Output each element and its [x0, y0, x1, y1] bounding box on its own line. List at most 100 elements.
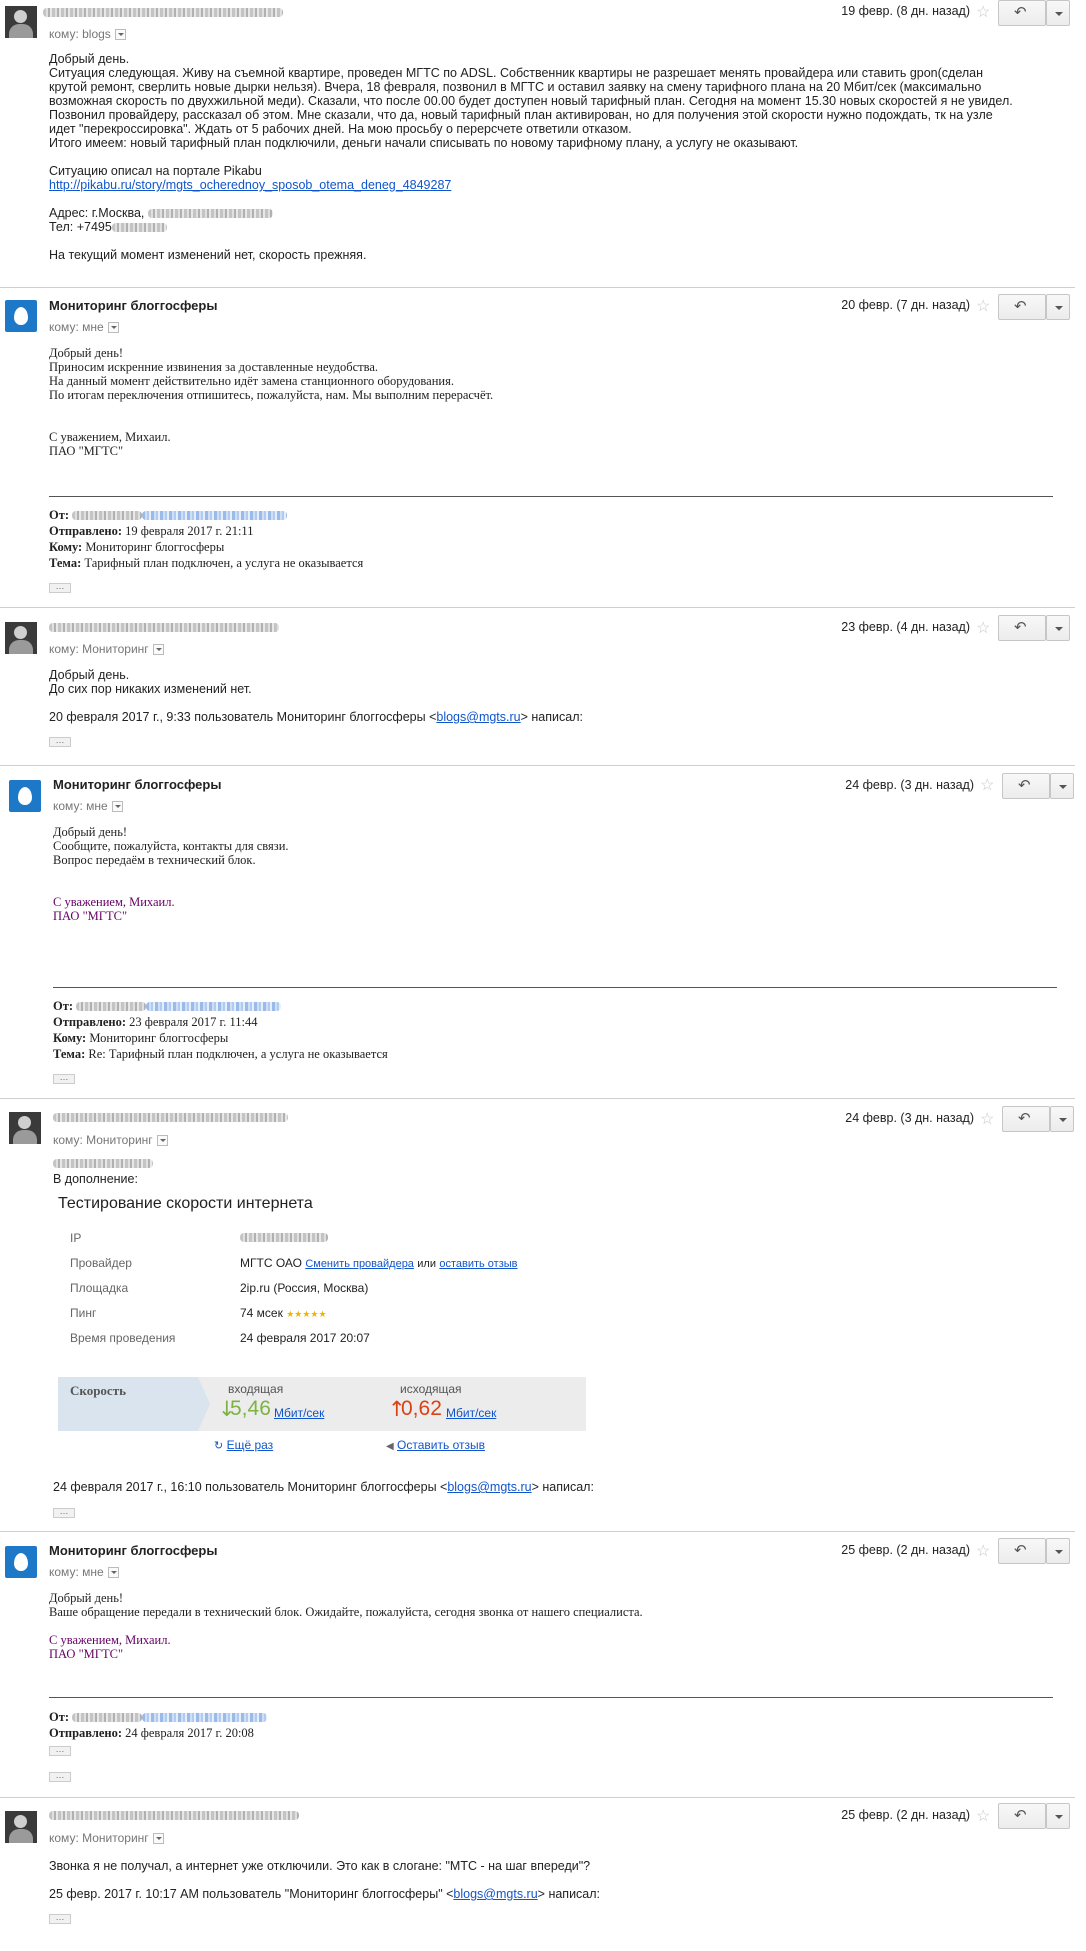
redacted-sender	[43, 8, 283, 17]
message-separator	[0, 765, 1075, 766]
download-label: входящая	[228, 1382, 284, 1396]
show-trimmed-button[interactable]: …	[49, 583, 71, 593]
recipient-line[interactable]: кому: мне	[53, 799, 123, 813]
star-icon[interactable]: ☆	[976, 1806, 990, 1826]
redacted-sender	[49, 1811, 299, 1820]
message-date: 19 февр. (8 дн. назад)	[841, 4, 970, 18]
redacted-email	[146, 1002, 282, 1011]
message-body: Добрый день! Приносим искренние извинени…	[49, 346, 494, 458]
more-button[interactable]	[1046, 294, 1070, 320]
megaphone-icon: ◀	[386, 1441, 394, 1452]
details-dropdown-icon[interactable]	[111, 801, 123, 813]
message-date: 20 февр. (7 дн. назад)	[841, 298, 970, 312]
reply-button[interactable]	[998, 615, 1046, 641]
show-trimmed-button[interactable]: …	[49, 737, 71, 747]
upload-unit[interactable]: Мбит/сек	[446, 1406, 496, 1420]
change-provider-link[interactable]: Сменить провайдера	[305, 1258, 414, 1270]
speedtest-label-ip: IP	[70, 1231, 82, 1245]
star-icon[interactable]: ☆	[976, 296, 990, 316]
redacted-from	[72, 511, 143, 520]
redacted-ip	[240, 1233, 328, 1242]
sender-avatar	[5, 300, 37, 332]
speedtest-provider: МГТС ОАО Сменить провайдера или оставить…	[240, 1256, 518, 1270]
star-icon[interactable]: ☆	[980, 1109, 994, 1129]
sender-avatar	[5, 622, 37, 654]
email-link[interactable]: blogs@mgts.ru	[453, 1887, 537, 1901]
retry-link[interactable]: ↻ Ещё раз	[214, 1438, 273, 1452]
speedtest-ping: 74 мсек ★★★★★	[240, 1306, 327, 1320]
sender-name[interactable]: Мониторинг блоггосферы	[49, 1543, 217, 1558]
quoted-header: От: Отправлено: 24 февраля 2017 г. 20:08	[49, 1709, 1049, 1741]
message-body: Добрый день! Ваше обращение передали в т…	[49, 1591, 643, 1661]
speedtest-label-provider: Провайдер	[70, 1256, 132, 1270]
leave-review-link[interactable]: оставить отзыв	[439, 1258, 517, 1270]
speedtest-time: 24 февраля 2017 20:07	[240, 1331, 370, 1345]
redacted-from	[76, 1002, 147, 1011]
recipient-line[interactable]: кому: мне	[49, 320, 119, 334]
sender-name[interactable]: Мониторинг блоггосферы	[49, 298, 217, 313]
quote-divider	[49, 496, 1053, 497]
show-trimmed-button[interactable]: …	[53, 1508, 75, 1518]
show-trimmed-button[interactable]: …	[49, 1746, 71, 1756]
message-body: Добрый день. До сих пор никаких изменени…	[49, 668, 583, 724]
message-date: 24 февр. (3 дн. назад)	[845, 778, 974, 792]
reply-button[interactable]	[998, 1538, 1046, 1564]
message-body: Звонка я не получал, а интернет уже откл…	[49, 1859, 601, 1901]
quoted-header: От: Отправлено: 23 февраля 2017 г. 11:44…	[53, 999, 388, 1061]
email-link[interactable]: blogs@mgts.ru	[447, 1480, 531, 1494]
speedtest-label-time: Время проведения	[70, 1331, 176, 1345]
redacted-sender	[53, 1113, 288, 1122]
recipient-line[interactable]: кому: мне	[49, 1565, 119, 1579]
message-date: 25 февр. (2 дн. назад)	[841, 1543, 970, 1557]
star-icon[interactable]: ☆	[976, 2, 990, 22]
message-body: Добрый день! Сообщите, пожалуйста, конта…	[53, 825, 289, 923]
reply-button[interactable]	[998, 1803, 1046, 1829]
message-separator	[0, 287, 1075, 288]
download-unit[interactable]: Мбит/сек	[274, 1406, 324, 1420]
details-dropdown-icon[interactable]	[152, 1833, 164, 1845]
speedtest-title: Тестирование скорости интернета	[58, 1195, 313, 1212]
star-icon[interactable]: ☆	[976, 618, 990, 638]
show-trimmed-button[interactable]: …	[53, 1074, 75, 1084]
email-link[interactable]: blogs@mgts.ru	[436, 710, 520, 724]
reply-button[interactable]	[1002, 773, 1050, 799]
pikabu-link[interactable]: http://pikabu.ru/story/mgts_ocherednoy_s…	[49, 178, 451, 192]
show-trimmed-button[interactable]: …	[49, 1772, 71, 1782]
details-dropdown-icon[interactable]	[114, 29, 126, 41]
reply-button[interactable]	[1002, 1106, 1050, 1132]
reply-button[interactable]	[998, 294, 1046, 320]
star-icon[interactable]: ☆	[976, 1541, 990, 1561]
more-button[interactable]	[1046, 0, 1070, 26]
upload-speed: 0,62	[401, 1397, 442, 1420]
speed-result-panel: Скорость входящая ↓ 5,46 Мбит/сек исходя…	[58, 1377, 586, 1431]
redacted-phone	[111, 223, 167, 232]
download-speed: 5,46	[230, 1397, 271, 1420]
recipient-line[interactable]: кому: blogs	[49, 27, 126, 41]
sender-name[interactable]: Мониторинг блоггосферы	[53, 777, 221, 792]
details-dropdown-icon[interactable]	[156, 1135, 168, 1147]
reply-button[interactable]	[998, 0, 1046, 26]
details-dropdown-icon[interactable]	[107, 322, 119, 334]
quoted-header: От: Отправлено: 19 февраля 2017 г. 21:11…	[49, 508, 364, 570]
review-link[interactable]: ◀ Оставить отзыв	[386, 1438, 485, 1452]
star-icon[interactable]: ☆	[980, 775, 994, 795]
message-date: 25 февр. (2 дн. назад)	[841, 1808, 970, 1822]
details-dropdown-icon[interactable]	[107, 1567, 119, 1579]
message-separator	[0, 1531, 1075, 1532]
more-button[interactable]	[1046, 1538, 1070, 1564]
message-date: 23 февр. (4 дн. назад)	[841, 620, 970, 634]
addition-text: В дополнение:	[53, 1172, 138, 1186]
more-button[interactable]	[1046, 1803, 1070, 1829]
sender-avatar	[5, 1546, 37, 1578]
more-button[interactable]	[1046, 615, 1070, 641]
more-button[interactable]	[1050, 773, 1074, 799]
recipient-line[interactable]: кому: Мониторинг	[53, 1133, 168, 1147]
show-trimmed-button[interactable]: …	[49, 1914, 71, 1924]
more-button[interactable]	[1050, 1106, 1074, 1132]
recipient-line[interactable]: кому: Мониторинг	[49, 1831, 164, 1845]
refresh-icon: ↻	[214, 1439, 224, 1452]
redacted-sender	[49, 623, 279, 632]
recipient-line[interactable]: кому: Мониторинг	[49, 642, 164, 656]
sender-avatar	[9, 1112, 41, 1144]
details-dropdown-icon[interactable]	[152, 644, 164, 656]
